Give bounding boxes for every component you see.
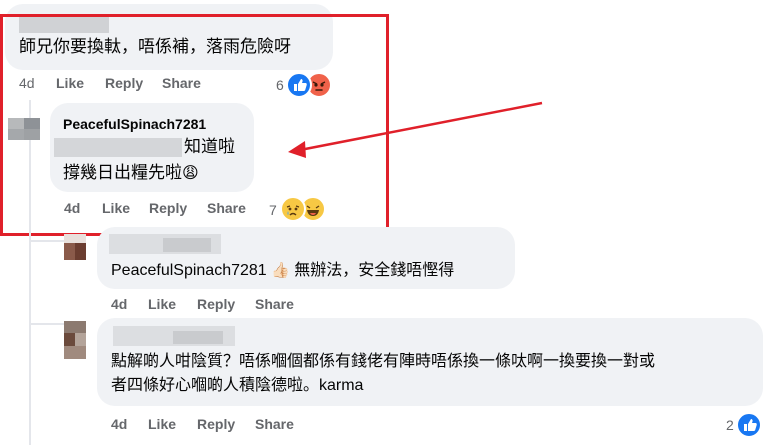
reply-message: 無辦法，安全錢唔慳得: [294, 262, 455, 279]
thumbs-up-emoji: 👍🏻: [271, 262, 290, 279]
avatar: [64, 321, 86, 359]
sad-icon: [280, 196, 306, 222]
reply-bubble: PeacefulSpinach7281 👍🏻 無辦法，安全錢唔慳得: [97, 227, 515, 289]
redacted-author-name: [163, 238, 211, 252]
share-button[interactable]: Share: [255, 416, 294, 432]
mention-author[interactable]: PeacefulSpinach7281: [111, 262, 267, 279]
like-icon: [736, 412, 762, 438]
reply-text-line1: 點解啲人咁陰質？唔係嗰個都係有錢佬有陣時唔係換一條呔啊一換要換一對或: [111, 353, 656, 370]
reply-text: PeacefulSpinach7281 👍🏻 無辦法，安全錢唔慳得: [111, 259, 454, 283]
reply-button[interactable]: Reply: [197, 416, 235, 432]
reaction-count[interactable]: 2: [726, 417, 734, 433]
reply-bubble: 點解啲人咁陰質？唔係嗰個都係有錢佬有陣時唔係換一條呔啊一換要換一對或 者四條好心…: [97, 318, 763, 406]
avatar: [64, 234, 86, 260]
thread-connector: [29, 240, 65, 242]
reply-button[interactable]: Reply: [197, 296, 235, 312]
reply-timestamp[interactable]: 4d: [111, 296, 127, 312]
reply-timestamp[interactable]: 4d: [111, 416, 127, 432]
share-button[interactable]: Share: [255, 296, 294, 312]
like-button[interactable]: Like: [148, 416, 176, 432]
like-button[interactable]: Like: [148, 296, 176, 312]
thread-connector: [29, 323, 65, 325]
reply-text-line2: 者四條好心嗰啲人積陰德啦。karma: [111, 377, 364, 394]
like-icon: [286, 72, 312, 98]
redacted-author-name: [173, 331, 223, 344]
